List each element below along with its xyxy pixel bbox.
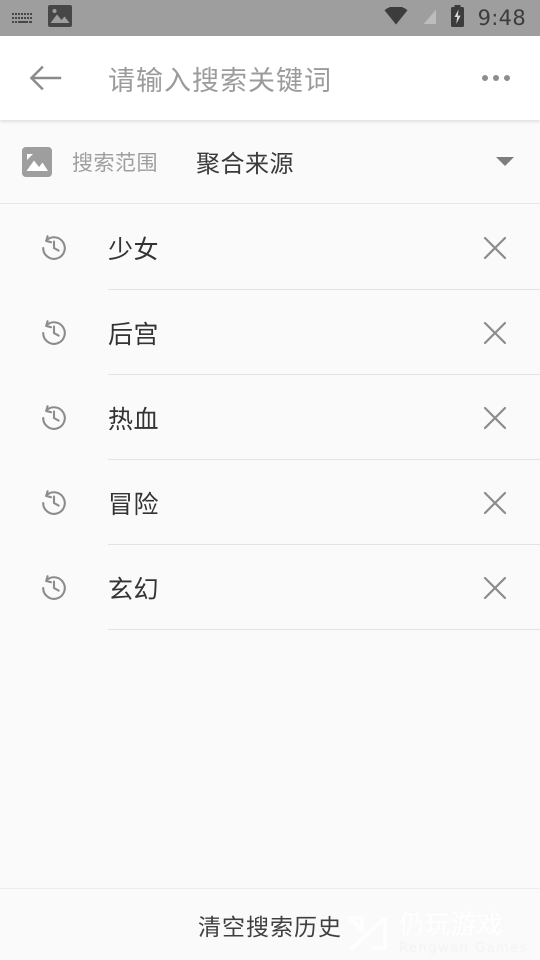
more-horizontal-icon-dot [504, 75, 510, 81]
keyboard-icon [12, 11, 34, 25]
close-icon [483, 321, 507, 344]
delete-history-item-button[interactable] [460, 205, 530, 290]
arrow-left-icon [29, 65, 62, 91]
app-bar: 请输入搜索关键词 [0, 36, 540, 120]
history-icon [0, 375, 108, 460]
more-horizontal-icon-dot [482, 75, 488, 81]
list-item[interactable]: 玄幻 [0, 545, 540, 630]
delete-history-item-button[interactable] [460, 460, 530, 545]
chevron-down-icon[interactable] [496, 157, 514, 166]
delete-history-item-button[interactable] [460, 290, 530, 375]
divider [108, 629, 540, 630]
close-icon [483, 576, 507, 599]
history-item-text: 玄幻 [108, 574, 160, 604]
status-bar-right-icons: 9:48 [384, 5, 526, 31]
more-horizontal-icon-dot [493, 75, 499, 81]
search-scope-label: 搜索范围 [72, 150, 158, 175]
wifi-icon [384, 6, 408, 29]
battery-charging-icon [450, 5, 465, 31]
image-icon [22, 146, 52, 177]
history-icon [0, 460, 108, 545]
status-bar-clock: 9:48 [477, 5, 526, 30]
list-item[interactable]: 冒险 [0, 460, 540, 545]
status-bar-left-icons [12, 5, 72, 31]
status-bar: 9:48 [0, 0, 540, 36]
close-icon [483, 406, 507, 429]
delete-history-item-button[interactable] [460, 545, 530, 630]
clear-search-history-button[interactable]: 清空搜索历史 [198, 908, 342, 942]
close-icon [483, 491, 507, 514]
list-item[interactable]: 热血 [0, 375, 540, 460]
search-input[interactable]: 请输入搜索关键词 [108, 59, 474, 98]
history-item-text: 热血 [108, 404, 160, 434]
history-item-text: 冒险 [108, 489, 160, 519]
delete-history-item-button[interactable] [460, 375, 530, 460]
search-scope-row[interactable]: 搜索范围 聚合来源 [0, 120, 540, 204]
bottom-bar: 清空搜索历史 [0, 888, 540, 960]
image-icon [48, 5, 72, 31]
history-item-text: 少女 [108, 234, 160, 264]
list-item[interactable]: 后宫 [0, 290, 540, 375]
history-icon [0, 545, 108, 630]
list-item[interactable]: 少女 [0, 205, 540, 290]
search-history-list: 少女 后宫 热血 冒险 玄幻 [0, 205, 540, 630]
history-item-text: 后宫 [108, 319, 160, 349]
search-scope-value[interactable]: 聚合来源 [196, 144, 496, 179]
close-icon [483, 236, 507, 259]
history-icon [0, 205, 108, 290]
back-button[interactable] [26, 58, 66, 98]
signal-off-icon [419, 5, 439, 30]
history-icon [0, 290, 108, 375]
overflow-menu-button[interactable] [474, 56, 518, 100]
